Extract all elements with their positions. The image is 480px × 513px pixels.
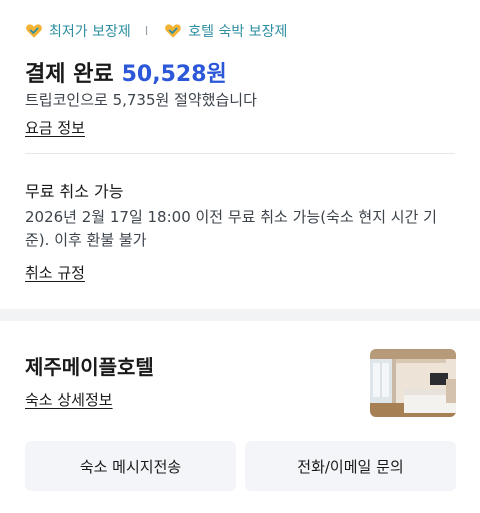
heart-check-icon [165,24,182,38]
fee-info-link[interactable]: 요금 정보 [25,117,85,138]
heart-check-icon [26,24,42,38]
cancellation-policy-link[interactable]: 취소 규정 [25,262,85,283]
hotel-stay-badge-label: 호텔 숙박 보장제 [188,24,288,40]
badge-separator: I [144,24,149,38]
cancellation-description: 2026년 2월 17일 18:00 이전 무료 취소 가능(숙소 현지 시간 … [25,208,437,249]
hotel-thumbnail[interactable] [370,349,456,417]
message-property-button[interactable]: 숙소 메시지전송 [25,441,236,491]
payment-amount: 50,528원 [121,62,227,87]
hotel-name: 제주메이플호텔 [25,355,154,379]
section-separator [0,309,480,321]
contact-property-button[interactable]: 전화/이메일 문의 [245,441,456,491]
guarantee-badges: 최저가 보장제 I 호텔 숙박 보장제 [25,22,287,40]
lowest-price-badge[interactable]: 최저가 보장제 [25,21,131,41]
lowest-price-badge-label: 최저가 보장제 [49,24,131,40]
hotel-room-image [370,349,456,417]
payment-summary: 결제 완료 50,528원 [25,56,227,88]
cancellation-title: 무료 취소 가능 [25,182,124,201]
payment-status-title: 결제 완료 [25,62,114,87]
coin-saving-text: 트립코인으로 5,735원 절약했습니다 [25,91,257,109]
section-divider [25,153,455,154]
hotel-details-link[interactable]: 숙소 상세정보 [25,389,113,410]
hotel-stay-badge[interactable]: 호텔 숙박 보장제 [164,21,287,41]
